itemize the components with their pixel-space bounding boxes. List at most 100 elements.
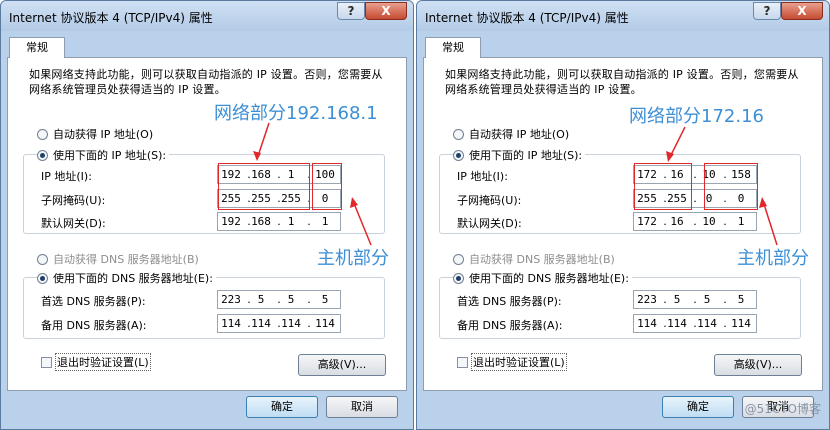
preferred-dns-label: 首选 DNS 服务器(P):: [457, 295, 562, 308]
octet: 5: [673, 293, 681, 306]
ipv4-properties-dialog-left: Internet 协议版本 4 (TCP/IPv4) 属性 ? X 常规 如果网…: [0, 0, 414, 430]
help-button[interactable]: ?: [753, 2, 781, 20]
ip-address-label: IP 地址(I):: [41, 170, 92, 183]
preferred-dns-input[interactable]: 223 . 5 . 5 . 5: [633, 290, 757, 309]
alternate-dns-label: 备用 DNS 服务器(A):: [457, 319, 563, 332]
radio-auto-dns-label: 自动获得 DNS 服务器地址(B): [53, 253, 199, 266]
ip-address-label: IP 地址(I):: [457, 170, 508, 183]
radio-manual-dns[interactable]: 使用下面的 DNS 服务器地址(E):: [37, 270, 216, 286]
radio-circle: [453, 253, 464, 265]
validate-on-exit-checkbox[interactable]: 退出时验证设置(L): [457, 353, 567, 371]
octet-separator: .: [723, 317, 727, 330]
octet: 168: [251, 215, 271, 228]
octet: 192: [221, 215, 241, 228]
alternate-dns-label: 备用 DNS 服务器(A):: [41, 319, 147, 332]
intro-text: 如果网络支持此功能，则可以获取自动指派的 IP 设置。否则，您需要从网络系统管理…: [29, 68, 383, 96]
title-bar: Internet 协议版本 4 (TCP/IPv4) 属性 ? X: [1, 1, 413, 31]
octet: 1: [321, 215, 329, 228]
close-button[interactable]: X: [781, 2, 823, 20]
octet: 5: [257, 293, 265, 306]
octet-separator: .: [307, 317, 311, 330]
tab-general[interactable]: 常规: [9, 37, 65, 58]
octet: 16: [670, 215, 684, 228]
network-part-annotation: 网络部分192.168.1: [214, 103, 378, 124]
radio-circle-selected: [453, 272, 464, 284]
octet: 114: [637, 317, 657, 330]
radio-circle-selected: [37, 149, 48, 161]
radio-auto-dns[interactable]: 自动获得 DNS 服务器地址(B): [453, 251, 615, 267]
octet: 114: [251, 317, 271, 330]
radio-circle: [453, 128, 464, 140]
validate-on-exit-label: 退出时验证设置(L): [55, 353, 151, 371]
octet: 114: [315, 317, 335, 330]
octet: 114: [697, 317, 717, 330]
octet-separator: .: [307, 293, 311, 306]
default-gateway-input[interactable]: 172 . 16 . 10 . 1: [633, 212, 757, 231]
default-gateway-label: 默认网关(D):: [41, 217, 106, 230]
alternate-dns-input[interactable]: 114 . 114 . 114 . 114: [217, 314, 341, 333]
host-part-highlight: [312, 163, 342, 210]
checkbox-square: [41, 356, 52, 368]
network-part-highlight: [218, 163, 310, 210]
radio-auto-dns[interactable]: 自动获得 DNS 服务器地址(B): [37, 251, 199, 267]
radio-circle-selected: [37, 272, 48, 284]
preferred-dns-input[interactable]: 223 . 5 . 5 . 5: [217, 290, 341, 309]
octet: 114: [281, 317, 301, 330]
checkbox-square: [457, 356, 468, 368]
host-part-annotation: 主机部分: [317, 248, 389, 269]
radio-circle: [37, 128, 48, 140]
octet: 114: [731, 317, 751, 330]
radio-manual-dns[interactable]: 使用下面的 DNS 服务器地址(E):: [453, 270, 632, 286]
octet-separator: .: [307, 215, 311, 228]
radio-auto-dns-label: 自动获得 DNS 服务器地址(B): [469, 253, 615, 266]
advanced-button[interactable]: 高级(V)...: [298, 354, 386, 376]
cancel-button[interactable]: 取消: [326, 396, 398, 418]
radio-circle: [37, 253, 48, 265]
default-gateway-input[interactable]: 192 . 168 . 1 . 1: [217, 212, 341, 231]
radio-auto-ip-label: 自动获得 IP 地址(O): [469, 128, 570, 141]
watermark-text: @51CTO博客: [744, 402, 821, 416]
preferred-dns-label: 首选 DNS 服务器(P):: [41, 295, 146, 308]
help-button[interactable]: ?: [337, 2, 365, 20]
octet: 114: [667, 317, 687, 330]
octet: 5: [737, 293, 745, 306]
radio-auto-ip[interactable]: 自动获得 IP 地址(O): [453, 126, 569, 142]
subnet-mask-label: 子网掩码(U):: [457, 194, 522, 207]
octet: 172: [637, 215, 657, 228]
network-part-annotation: 网络部分172.16: [629, 106, 764, 127]
tab-general[interactable]: 常规: [425, 37, 481, 58]
radio-manual-ip-label: 使用下面的 IP 地址(S):: [469, 149, 583, 162]
host-part-annotation: 主机部分: [737, 248, 809, 269]
network-part-highlight: [634, 163, 692, 210]
octet-separator: .: [723, 215, 727, 228]
alternate-dns-input[interactable]: 114 . 114 . 114 . 114: [633, 314, 757, 333]
octet: 114: [221, 317, 241, 330]
radio-auto-ip[interactable]: 自动获得 IP 地址(O): [37, 126, 153, 142]
octet: 5: [703, 293, 711, 306]
radio-auto-ip-label: 自动获得 IP 地址(O): [53, 128, 154, 141]
octet: 223: [221, 293, 241, 306]
ok-button[interactable]: 确定: [246, 396, 318, 418]
window-title: Internet 协议版本 4 (TCP/IPv4) 属性: [425, 11, 629, 25]
subnet-mask-label: 子网掩码(U):: [41, 194, 106, 207]
default-gateway-label: 默认网关(D):: [457, 217, 522, 230]
radio-manual-dns-label: 使用下面的 DNS 服务器地址(E):: [469, 272, 629, 285]
window-title: Internet 协议版本 4 (TCP/IPv4) 属性: [9, 11, 213, 25]
validate-on-exit-label: 退出时验证设置(L): [471, 353, 567, 371]
octet: 5: [287, 293, 295, 306]
octet: 1: [287, 215, 295, 228]
radio-manual-ip[interactable]: 使用下面的 IP 地址(S):: [37, 147, 170, 163]
octet-separator: .: [723, 293, 727, 306]
radio-manual-ip-label: 使用下面的 IP 地址(S):: [53, 149, 167, 162]
title-bar: Internet 协议版本 4 (TCP/IPv4) 属性 ? X: [417, 1, 829, 31]
close-button[interactable]: X: [365, 2, 407, 20]
advanced-button[interactable]: 高级(V)...: [714, 354, 802, 376]
octet: 1: [737, 215, 745, 228]
radio-manual-ip[interactable]: 使用下面的 IP 地址(S):: [453, 147, 586, 163]
ipv4-properties-dialog-right: Internet 协议版本 4 (TCP/IPv4) 属性 ? X 常规 如果网…: [416, 0, 830, 430]
octet: 10: [702, 215, 716, 228]
validate-on-exit-checkbox[interactable]: 退出时验证设置(L): [41, 353, 151, 371]
radio-manual-dns-label: 使用下面的 DNS 服务器地址(E):: [53, 272, 213, 285]
intro-text: 如果网络支持此功能，则可以获取自动指派的 IP 设置。否则，您需要从网络系统管理…: [445, 68, 799, 96]
ok-button[interactable]: 确定: [662, 396, 734, 418]
